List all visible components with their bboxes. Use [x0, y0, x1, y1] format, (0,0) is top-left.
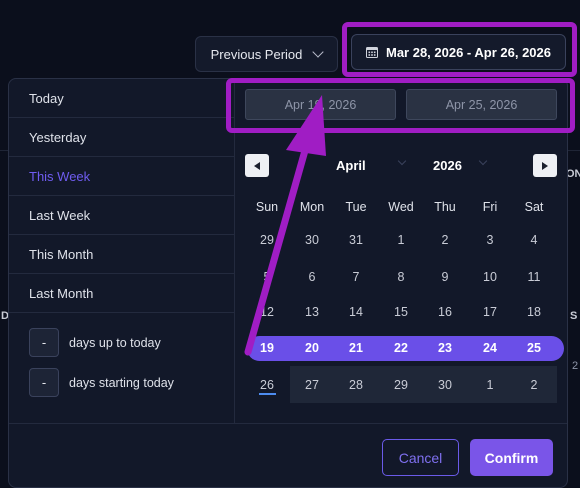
- preset-label: Yesterday: [29, 129, 87, 145]
- calendar-day[interactable]: 12: [245, 302, 289, 322]
- chevron-down-icon: [397, 156, 407, 166]
- cancel-button[interactable]: Cancel: [382, 439, 459, 476]
- background-divider: [568, 150, 580, 151]
- preset-label: This Week: [29, 168, 91, 184]
- calendar-day[interactable]: 30: [290, 230, 334, 250]
- chevron-down-icon: [478, 156, 488, 166]
- background-cell: 2: [572, 360, 579, 372]
- year-select[interactable]: 2026: [433, 158, 462, 173]
- calendar-day[interactable]: 27: [290, 375, 334, 395]
- previous-period-dropdown[interactable]: Previous Period: [195, 36, 338, 72]
- calendar-day[interactable]: 21: [334, 338, 378, 358]
- calendar-day[interactable]: 29: [245, 230, 289, 250]
- calendar-day[interactable]: 26: [245, 375, 289, 395]
- preset-last-month[interactable]: Last Month: [9, 274, 234, 313]
- chevron-down-icon: [312, 46, 325, 58]
- calendar-day[interactable]: 1: [379, 230, 423, 250]
- days-up-to-today-label: days up to today: [69, 335, 161, 350]
- calendar-day[interactable]: 7: [334, 267, 378, 287]
- days-starting-today-input[interactable]: -: [29, 368, 59, 397]
- calendar-day[interactable]: 13: [290, 302, 334, 322]
- preset-last-week[interactable]: Last Week: [9, 196, 234, 235]
- background-column-header: S: [570, 310, 578, 322]
- weekday-header: Wed: [388, 200, 414, 214]
- calendar-day[interactable]: 6: [290, 267, 334, 287]
- background-divider: [0, 150, 8, 151]
- weekday-header: Sat: [524, 200, 544, 214]
- calendar-day[interactable]: 2: [423, 230, 467, 250]
- calendar-day[interactable]: 9: [423, 267, 467, 287]
- weekday-header: Fri: [482, 200, 498, 214]
- month-select[interactable]: April: [336, 158, 366, 173]
- confirm-button[interactable]: Confirm: [470, 439, 553, 476]
- weekday-header: Thu: [434, 200, 456, 214]
- preset-sidebar: Today Yesterday This Week Last Week This…: [9, 79, 235, 423]
- calendar-day[interactable]: 5: [245, 267, 289, 287]
- highlight-box-date-range: [342, 22, 577, 77]
- calendar-day[interactable]: 18: [512, 302, 556, 322]
- calendar-day[interactable]: 24: [468, 338, 512, 358]
- calendar-day[interactable]: 20: [290, 338, 334, 358]
- weekday-header: Sun: [255, 200, 279, 214]
- preset-yesterday[interactable]: Yesterday: [9, 118, 234, 157]
- calendar-day[interactable]: 14: [334, 302, 378, 322]
- preset-label: Last Month: [29, 285, 94, 301]
- calendar-day[interactable]: 1: [468, 375, 512, 395]
- calendar-day[interactable]: 25: [512, 338, 556, 358]
- calendar-day[interactable]: 22: [379, 338, 423, 358]
- calendar-day[interactable]: 23: [423, 338, 467, 358]
- highlight-box-date-inputs: [226, 78, 575, 133]
- calendar-day[interactable]: 11: [512, 267, 556, 287]
- weekday-header: Tue: [345, 200, 367, 214]
- calendar-day[interactable]: 15: [379, 302, 423, 322]
- calendar-day[interactable]: 3: [468, 230, 512, 250]
- preset-this-week[interactable]: This Week: [9, 157, 234, 196]
- preset-this-month[interactable]: This Month: [9, 235, 234, 274]
- background-column-header: ON: [566, 168, 580, 180]
- caret-right-icon: [542, 161, 548, 170]
- caret-left-icon: [254, 161, 260, 170]
- date-picker-panel: Today Yesterday This Week Last Week This…: [8, 78, 568, 488]
- days-starting-today-row: - days starting today: [29, 368, 174, 397]
- days-starting-today-label: days starting today: [69, 375, 174, 390]
- days-up-to-today-row: - days up to today: [29, 328, 161, 357]
- next-month-button[interactable]: [533, 154, 557, 177]
- preset-today[interactable]: Today: [9, 79, 234, 118]
- panel-footer: [9, 423, 567, 424]
- calendar-day[interactable]: 30: [423, 375, 467, 395]
- preset-label: Last Week: [29, 207, 91, 223]
- calendar-day[interactable]: 17: [468, 302, 512, 322]
- preset-label: Today: [29, 90, 64, 106]
- calendar-day[interactable]: 19: [245, 338, 289, 358]
- calendar-day[interactable]: 31: [334, 230, 378, 250]
- previous-month-button[interactable]: [245, 154, 269, 177]
- calendar-day[interactable]: 4: [512, 230, 556, 250]
- previous-period-label: Previous Period: [210, 46, 303, 62]
- calendar-day[interactable]: 10: [468, 267, 512, 287]
- calendar-day[interactable]: 29: [379, 375, 423, 395]
- calendar-day[interactable]: 8: [379, 267, 423, 287]
- calendar-day[interactable]: 16: [423, 302, 467, 322]
- calendar-day[interactable]: 2: [512, 375, 556, 395]
- days-up-to-today-input[interactable]: -: [29, 328, 59, 357]
- weekday-header: Mon: [299, 200, 325, 214]
- calendar-day[interactable]: 28: [334, 375, 378, 395]
- preset-label: This Month: [29, 246, 94, 262]
